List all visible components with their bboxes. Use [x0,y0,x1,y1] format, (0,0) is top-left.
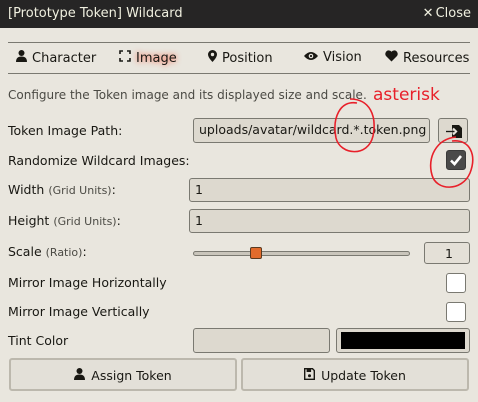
tab-character-label: Character [32,51,97,66]
tab-character[interactable]: Character [16,50,96,66]
width-colon: : [111,182,116,197]
scale-value: 1 [424,242,470,264]
tab-description: Configure the Token image and its displa… [8,88,367,102]
window-bottom-edge [0,395,478,402]
scale-unit: (Ratio) [45,246,83,259]
image-path-label: Token Image Path: [8,123,123,138]
scale-colon: : [82,244,87,259]
tab-vision-label: Vision [323,50,362,65]
user-icon [16,50,27,66]
height-label: Height (Grid Units): [8,213,121,228]
width-label-text: Width [8,182,45,197]
window-title: [Prototype Token] Wildcard [8,6,183,21]
close-label: Close [435,6,471,21]
height-colon: : [116,213,121,228]
scale-slider[interactable] [193,251,410,256]
mirror-horizontal-checkbox[interactable] [446,273,466,293]
tab-position-label: Position [222,51,273,66]
close-button[interactable]: ✕ Close [423,6,471,21]
close-icon: ✕ [422,6,434,21]
mirror-vertical-checkbox[interactable] [446,302,466,322]
tab-image-label: Image [136,51,177,66]
update-token-button[interactable]: Update Token [241,358,469,391]
scale-slider-handle[interactable] [249,247,262,259]
eye-icon [304,50,318,65]
file-picker-button[interactable] [438,118,468,143]
mirror-horizontal-label: Mirror Image Horizontally [8,275,167,290]
tint-color-input[interactable] [193,328,330,353]
randomize-checkbox[interactable] [446,150,466,170]
height-input[interactable]: 1 [189,209,470,233]
token-config-window: [Prototype Token] Wildcard ✕ Close Charac… [0,0,478,402]
assign-token-label: Assign Token [91,368,172,383]
scale-label-text: Scale [8,244,42,259]
user-icon [74,368,86,383]
save-icon [304,368,316,383]
tab-vision[interactable]: Vision [304,50,362,65]
tint-color-label: Tint Color [8,333,69,348]
annotation-label: asterisk [373,85,440,105]
update-token-label: Update Token [321,368,406,383]
tab-resources-label: Resources [403,51,470,66]
scale-label: Scale (Ratio): [8,244,87,259]
window-titlebar[interactable]: [Prototype Token] Wildcard ✕ Close [0,0,478,28]
assign-token-button[interactable]: Assign Token [9,358,237,391]
image-path-input[interactable]: uploads/avatar/wildcard.*.token.png [193,118,430,143]
randomize-label: Randomize Wildcard Images: [8,153,190,168]
width-label: Width (Grid Units): [8,182,116,197]
checkmark-icon [450,155,463,166]
height-unit: (Grid Units) [53,215,117,228]
file-import-icon [446,125,462,138]
tab-resources[interactable]: Resources [385,50,469,66]
tab-navigation: Character Image Position Vision Resource… [8,42,470,74]
tint-color-picker[interactable] [336,328,470,353]
map-marker-icon [208,50,217,66]
width-unit: (Grid Units) [48,184,112,197]
tint-color-swatch [341,332,465,349]
width-input[interactable]: 1 [189,178,470,202]
height-label-text: Height [8,213,50,228]
tab-position[interactable]: Position [208,50,273,66]
mirror-vertical-label: Mirror Image Vertically [8,304,150,319]
heart-icon [385,50,398,66]
expand-icon [119,50,131,66]
tab-image[interactable]: Image [119,50,177,66]
